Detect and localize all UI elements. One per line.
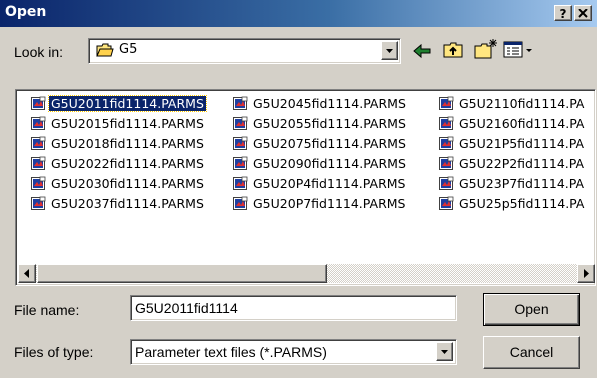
scroll-right-arrow-icon xyxy=(584,269,589,278)
file-item-label: G5U23P7fid1114.PA xyxy=(459,176,585,191)
close-icon xyxy=(578,8,588,18)
file-list[interactable]: G5U2011fid1114.PARMS G5U2015fid1114.PARMS… xyxy=(15,89,596,286)
parms-file-icon xyxy=(233,116,248,131)
look-in-dropdown-button[interactable] xyxy=(381,41,398,60)
file-type-label: Files of type: xyxy=(14,344,94,360)
file-item-label: G5U2015fid1114.PARMS xyxy=(51,116,204,131)
file-item[interactable]: G5U2011fid1114.PARMS xyxy=(31,94,207,114)
file-item-label: G5U21P5fid1114.PA xyxy=(459,136,585,151)
file-type-dropdown[interactable]: Parameter text files (*.PARMS) xyxy=(130,339,457,365)
file-item[interactable]: G5U2030fid1114.PARMS xyxy=(31,174,206,194)
view-menu-icon[interactable] xyxy=(503,41,535,59)
look-in-label: Look in: xyxy=(14,44,64,60)
chevron-down-icon xyxy=(386,49,393,53)
parms-file-icon xyxy=(233,156,248,171)
look-in-dropdown[interactable]: G5 xyxy=(88,38,401,64)
file-item-label: G5U2045fid1114.PARMS xyxy=(253,96,406,111)
parms-file-icon xyxy=(233,196,248,211)
parms-file-icon xyxy=(31,116,46,131)
file-name-field[interactable]: G5U2011fid1114 xyxy=(130,295,457,321)
look-in-value: G5 xyxy=(119,42,138,57)
scroll-thumb[interactable] xyxy=(37,264,327,283)
file-item-label: G5U25p5fid1114.PA xyxy=(459,196,585,211)
open-button[interactable]: Open xyxy=(483,293,580,326)
file-item-label: G5U2018fid1114.PARMS xyxy=(51,136,204,151)
title-bar[interactable]: Open ? xyxy=(0,0,597,27)
parms-file-icon xyxy=(439,176,454,191)
file-item[interactable]: G5U2055fid1114.PARMS xyxy=(233,114,408,134)
file-type-value: Parameter text files (*.PARMS) xyxy=(135,344,327,360)
back-arrow-icon[interactable] xyxy=(412,42,432,60)
file-item-label: G5U2160fid1114.PA xyxy=(459,116,585,131)
scroll-left-arrow-icon xyxy=(24,269,29,278)
parms-file-icon xyxy=(233,176,248,191)
file-item-label: G5U22P2fid1114.PA xyxy=(459,156,585,171)
file-type-dropdown-button[interactable] xyxy=(436,342,453,361)
close-button[interactable] xyxy=(574,5,592,21)
scroll-left-button[interactable] xyxy=(18,264,36,283)
file-item[interactable]: G5U2018fid1114.PARMS xyxy=(31,134,206,154)
cancel-button[interactable]: Cancel xyxy=(483,336,580,369)
file-item[interactable]: G5U2022fid1114.PARMS xyxy=(31,154,206,174)
file-item[interactable]: G5U2045fid1114.PARMS xyxy=(233,94,408,114)
file-item-label: G5U20P4fid1114.PARMS xyxy=(253,176,406,191)
file-item-label: G5U2110fid1114.PA xyxy=(459,96,585,111)
file-name-label: File name: xyxy=(14,302,80,318)
folder-icon xyxy=(96,43,114,57)
file-item[interactable]: G5U23P7fid1114.PA xyxy=(439,174,586,194)
file-item-label: G5U2030fid1114.PARMS xyxy=(51,176,204,191)
new-folder-icon[interactable] xyxy=(474,38,498,60)
file-item-label: G5U2075fid1114.PARMS xyxy=(253,136,406,151)
file-item-label: G5U20P7fid1114.PARMS xyxy=(253,196,406,211)
parms-file-icon xyxy=(439,196,454,211)
file-item-label: G5U2011fid1114.PARMS xyxy=(48,95,207,112)
parms-file-icon xyxy=(233,136,248,151)
file-item[interactable]: G5U22P2fid1114.PA xyxy=(439,154,586,174)
parms-file-icon xyxy=(31,176,46,191)
file-item-label: G5U2037fid1114.PARMS xyxy=(51,196,204,211)
scroll-right-button[interactable] xyxy=(577,264,595,283)
file-item-label: G5U2055fid1114.PARMS xyxy=(253,116,406,131)
parms-file-icon xyxy=(439,96,454,111)
file-item[interactable]: G5U25p5fid1114.PA xyxy=(439,194,586,214)
file-item[interactable]: G5U21P5fid1114.PA xyxy=(439,134,586,154)
file-item[interactable]: G5U2015fid1114.PARMS xyxy=(31,114,206,134)
parms-file-icon xyxy=(439,136,454,151)
file-item[interactable]: G5U2075fid1114.PARMS xyxy=(233,134,408,154)
file-item[interactable]: G5U2037fid1114.PARMS xyxy=(31,194,206,214)
chevron-down-icon xyxy=(441,350,448,354)
parms-file-icon xyxy=(31,96,46,111)
up-folder-icon[interactable] xyxy=(443,40,465,60)
parms-file-icon xyxy=(31,136,46,151)
file-grid: G5U2011fid1114.PARMS G5U2015fid1114.PARMS… xyxy=(16,90,593,265)
file-item[interactable]: G5U2160fid1114.PA xyxy=(439,114,586,134)
file-name-value: G5U2011fid1114 xyxy=(135,300,238,316)
parms-file-icon xyxy=(31,156,46,171)
file-item-label: G5U2090fid1114.PARMS xyxy=(253,156,406,171)
file-item[interactable]: G5U20P7fid1114.PARMS xyxy=(233,194,407,214)
parms-file-icon xyxy=(439,156,454,171)
window-title: Open xyxy=(5,4,47,20)
parms-file-icon xyxy=(439,116,454,131)
file-item[interactable]: G5U2110fid1114.PA xyxy=(439,94,586,114)
parms-file-icon xyxy=(233,96,248,111)
horizontal-scrollbar[interactable] xyxy=(18,264,595,283)
parms-file-icon xyxy=(31,196,46,211)
file-item-label: G5U2022fid1114.PARMS xyxy=(51,156,204,171)
file-item[interactable]: G5U2090fid1114.PARMS xyxy=(233,154,408,174)
help-button[interactable]: ? xyxy=(554,5,572,21)
file-item[interactable]: G5U20P4fid1114.PARMS xyxy=(233,174,407,194)
